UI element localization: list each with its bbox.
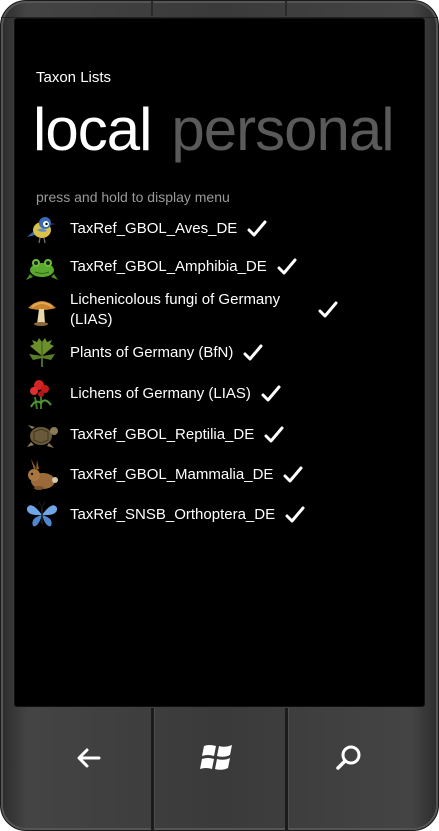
pivot-header: local personal bbox=[33, 95, 395, 165]
hint-text: press and hold to display menu bbox=[36, 189, 230, 205]
top-bezel bbox=[1, 1, 438, 18]
bezel-seam bbox=[151, 1, 153, 16]
list-item[interactable]: TaxRef_GBOL_Amphibia_DE bbox=[25, 247, 420, 287]
bezel-seam bbox=[285, 1, 287, 16]
checkmark-icon bbox=[243, 344, 263, 361]
checkmark-icon bbox=[318, 301, 338, 318]
list-item-label: TaxRef_SNSB_Orthoptera_DE bbox=[70, 506, 276, 523]
list-item[interactable]: TaxRef_GBOL_Reptilia_DE bbox=[25, 415, 420, 455]
rabbit-icon bbox=[25, 458, 59, 492]
list-item[interactable]: Lichenicolous fungi of Germany (LIAS) bbox=[25, 287, 420, 333]
list-item-label: Lichenicolous fungi of Germany (LIAS) bbox=[70, 291, 281, 328]
phone-frame: Taxon Lists local personal press and hold… bbox=[0, 0, 439, 831]
turtle-icon bbox=[25, 418, 59, 452]
taxon-list: TaxRef_GBOL_Aves_DE TaxRef_GBOL_Amphibia… bbox=[25, 211, 420, 535]
list-item-label: TaxRef_GBOL_Amphibia_DE bbox=[70, 258, 267, 275]
search-icon bbox=[336, 745, 361, 770]
button-divider bbox=[151, 708, 154, 830]
checkmark-icon bbox=[285, 506, 305, 523]
leaf-icon bbox=[25, 336, 59, 370]
search-button[interactable] bbox=[319, 728, 379, 788]
start-button[interactable] bbox=[188, 728, 248, 788]
list-item[interactable]: Lichens of Germany (LIAS) bbox=[25, 373, 420, 415]
list-item-label: Lichens of Germany (LIAS) bbox=[70, 385, 251, 402]
list-item-label: TaxRef_GBOL_Aves_DE bbox=[70, 220, 238, 237]
pivot-tab-local[interactable]: local bbox=[33, 96, 152, 163]
list-item[interactable]: TaxRef_SNSB_Orthoptera_DE bbox=[25, 495, 420, 535]
checkmark-icon bbox=[247, 220, 267, 237]
checkmark-icon bbox=[277, 258, 297, 275]
mushroom-icon bbox=[25, 293, 59, 327]
list-item-label: TaxRef_GBOL_Reptilia_DE bbox=[70, 426, 255, 443]
lichen-icon bbox=[25, 377, 59, 411]
bird-icon bbox=[25, 212, 59, 246]
checkmark-icon bbox=[261, 385, 281, 402]
list-item[interactable]: TaxRef_GBOL_Mammalia_DE bbox=[25, 455, 420, 495]
button-divider bbox=[285, 708, 288, 830]
screen: Taxon Lists local personal press and hold… bbox=[15, 19, 424, 706]
app-title: Taxon Lists bbox=[36, 69, 112, 86]
back-arrow-icon bbox=[77, 748, 101, 768]
list-item[interactable]: TaxRef_GBOL_Aves_DE bbox=[25, 211, 420, 247]
checkmark-icon bbox=[283, 466, 303, 483]
back-button[interactable] bbox=[59, 728, 119, 788]
list-item-label: Plants of Germany (BfN) bbox=[70, 344, 234, 361]
pivot-tab-personal[interactable]: personal bbox=[171, 96, 394, 163]
windows-logo-icon bbox=[200, 745, 232, 770]
hardware-buttons bbox=[1, 708, 438, 830]
butterfly-icon bbox=[25, 498, 59, 532]
list-item-label: TaxRef_GBOL_Mammalia_DE bbox=[70, 466, 274, 483]
frog-icon bbox=[25, 250, 59, 284]
checkmark-icon bbox=[264, 426, 284, 443]
list-item[interactable]: Plants of Germany (BfN) bbox=[25, 333, 420, 373]
